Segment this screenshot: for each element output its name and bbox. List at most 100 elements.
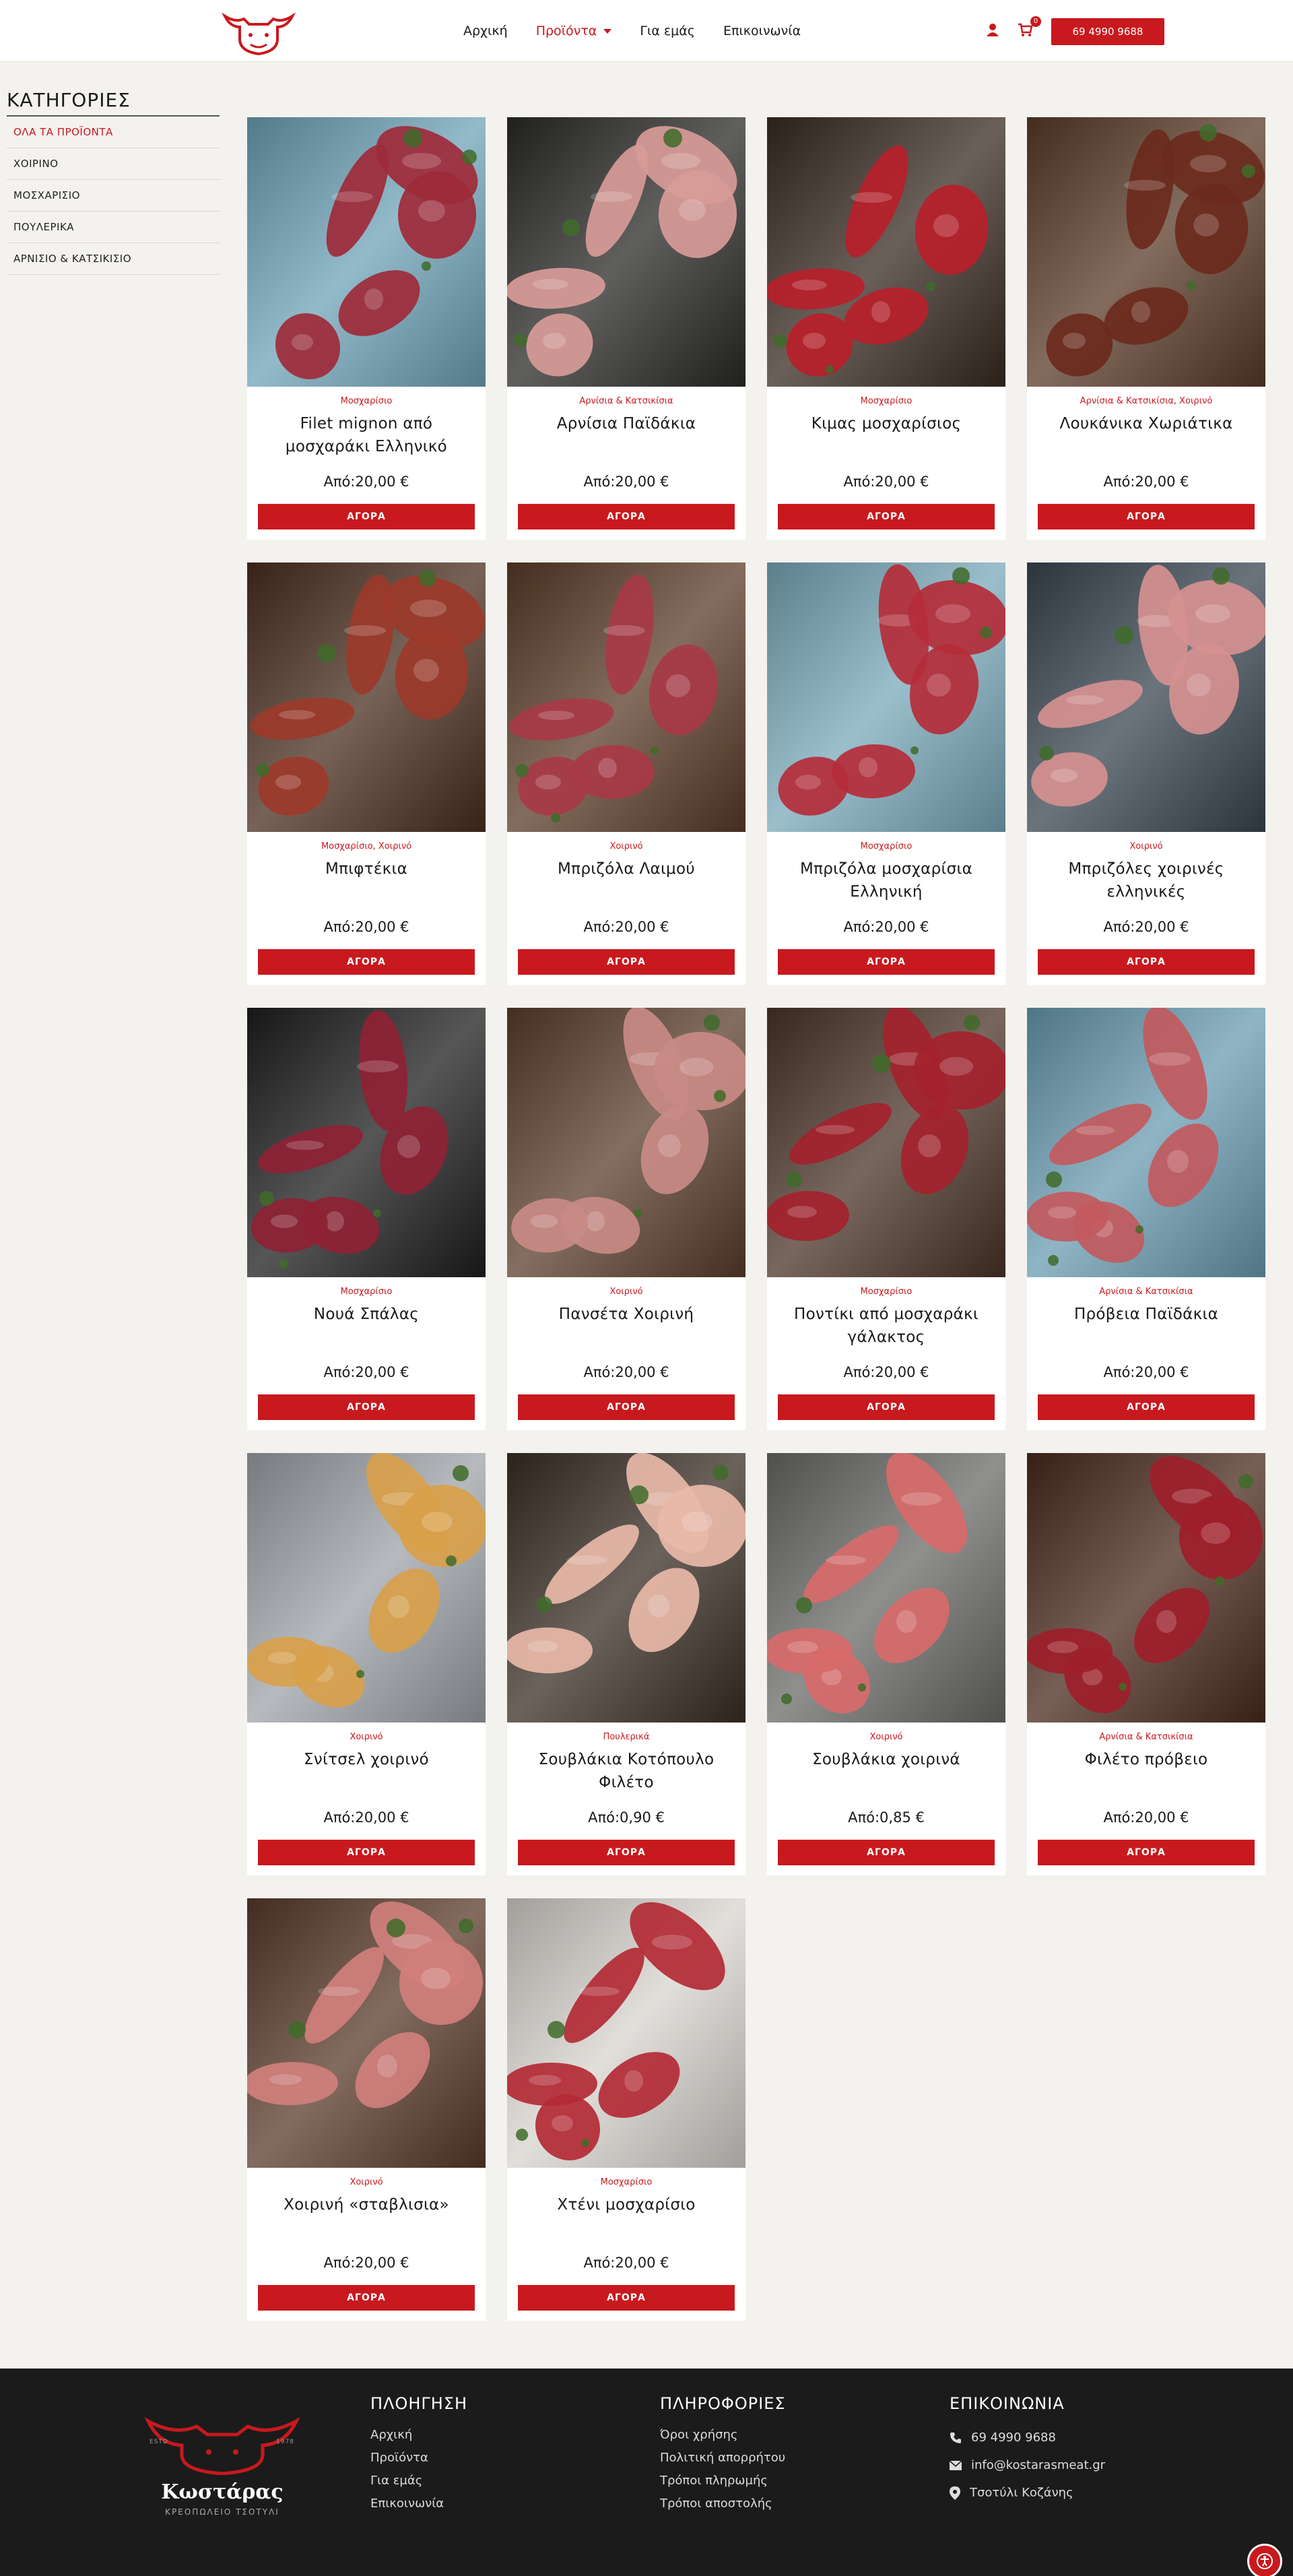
product-image[interactable] [507,117,745,387]
product-category[interactable]: Χοιρινό [767,1732,1005,1744]
product-title[interactable]: Χοιρινή «σταβλισια» [247,2193,486,2239]
product-title[interactable]: Μπριζόλες χοιρινές ελληνικές [1027,858,1265,903]
product-category[interactable]: Αρνίσια & Κατσικίσια, Χοιρινό [1027,396,1265,408]
footer-email-row[interactable]: info@kostarasmeat.gr [950,2451,1105,2479]
product-category[interactable]: Χοιρινό [247,1732,486,1744]
buy-button[interactable]: ΑΓΟΡΑ [1038,504,1255,529]
product-title[interactable]: Ποντίκι από μοσχαράκι γάλακτος [767,1303,1005,1349]
product-card-mutton-chops[interactable]: Αρνίσια & Κατσικίσια Πρόβεια Παϊδάκια Απ… [1027,1008,1265,1430]
product-image[interactable] [1027,1453,1265,1722]
product-category[interactable]: Μοσχαρίσιο, Χοιρινό [247,841,486,854]
product-image[interactable] [507,1008,745,1277]
product-title[interactable]: Νουά Σπάλας [247,1303,486,1349]
product-card-beef-steak[interactable]: Μοσχαρίσιο Μπριζόλα μοσχαρίσια Ελληνική … [767,562,1005,985]
product-image[interactable] [767,1008,1005,1277]
product-title[interactable]: Αρνίσια Παϊδάκια [507,412,745,458]
bull-logo-icon[interactable] [220,4,298,57]
accessibility-button[interactable] [1247,2544,1282,2576]
product-image[interactable] [767,562,1005,832]
buy-button[interactable]: ΑΓΟΡΑ [1038,1394,1255,1420]
buy-button[interactable]: ΑΓΟΡΑ [518,949,735,975]
buy-button[interactable]: ΑΓΟΡΑ [778,504,995,529]
product-image[interactable] [247,1453,486,1722]
sidebar-item-poultry[interactable]: ΠΟΥΛΕΡΙΚΑ [7,212,220,243]
product-category[interactable]: Χοιρινό [1027,841,1265,854]
phone-button[interactable]: 69 4990 9688 [1051,18,1164,45]
product-image[interactable] [247,117,486,387]
user-icon[interactable] [985,22,1001,38]
product-card-neck-steak[interactable]: Χοιρινό Μπριζόλα Λαιμού Από:20,00 € ΑΓΟΡ… [507,562,745,985]
footer-brand[interactable]: ESTD 1978 Κωστάρας ΚΡΕΟΠΩΛΕΙΟ ΤΣΟΤΥΛΙ [135,2401,310,2529]
product-category[interactable]: Αρνίσια & Κατσικίσια [1027,1732,1265,1744]
footer-link-privacy[interactable]: Πολιτική απορρήτου [660,2447,786,2470]
product-card-shoulder-cut[interactable]: Μοσχαρίσιο Νουά Σπάλας Από:20,00 € ΑΓΟΡΑ [247,1008,486,1430]
nav-contact[interactable]: Επικοινωνία [723,24,801,38]
sidebar-item-lamb-goat[interactable]: ΑΡΝΙΣΙΟ & ΚΑΤΣΙΚΙΣΙΟ [7,243,220,275]
product-card-chicken-skewers[interactable]: Πουλερικά Σουβλάκια Κοτόπουλο Φιλέτο Από… [507,1453,745,1875]
product-image[interactable] [507,1453,745,1722]
product-category[interactable]: Πουλερικά [507,1732,745,1744]
buy-button[interactable]: ΑΓΟΡΑ [1038,1840,1255,1865]
product-category[interactable]: Χοιρινό [507,1287,745,1299]
buy-button[interactable]: ΑΓΟΡΑ [258,949,475,975]
product-card-lamb-chops[interactable]: Αρνίσια & Κατσικίσια Αρνίσια Παϊδάκια Απ… [507,117,745,540]
sidebar-item-pork[interactable]: ΧΟΙΡΙΝΟ [7,148,220,180]
product-card-veal-shank[interactable]: Μοσχαρίσιο Ποντίκι από μοσχαράκι γάλακτο… [767,1008,1005,1430]
product-image[interactable] [1027,562,1265,832]
nav-products[interactable]: Προϊόντα [536,24,612,38]
nav-about[interactable]: Για εμάς [640,24,695,38]
product-title[interactable]: Filet mignon από μοσχαράκι Ελληνικό [247,412,486,458]
product-title[interactable]: Φιλέτο πρόβειο [1027,1748,1265,1794]
footer-link-terms[interactable]: Όροι χρήσης [660,2424,786,2447]
product-title[interactable]: Σνίτσελ χοιρινό [247,1748,486,1794]
buy-button[interactable]: ΑΓΟΡΑ [258,504,475,529]
footer-link-contact[interactable]: Επικοινωνία [370,2492,467,2515]
buy-button[interactable]: ΑΓΟΡΑ [518,1394,735,1420]
product-image[interactable] [247,1008,486,1277]
product-category[interactable]: Χοιρινό [507,841,745,854]
buy-button[interactable]: ΑΓΟΡΑ [778,949,995,975]
product-title[interactable]: Σουβλάκια χοιρινά [767,1748,1005,1794]
product-card-minced-beef[interactable]: Μοσχαρίσιο Κιμας μοσχαρίσιος Από:20,00 €… [767,117,1005,540]
buy-button[interactable]: ΑΓΟΡΑ [518,2285,735,2311]
footer-link-shipping[interactable]: Τρόποι αποστολής [660,2492,786,2515]
product-image[interactable] [247,562,486,832]
footer-link-about[interactable]: Για εμάς [370,2470,467,2492]
product-image[interactable] [1027,1008,1265,1277]
sidebar-item-all-products[interactable]: ΟΛΑ ΤΑ ΠΡΟΪΟΝΤΑ [7,117,220,148]
footer-link-payment[interactable]: Τρόποι πληρωμής [660,2470,786,2492]
buy-button[interactable]: ΑΓΟΡΑ [778,1394,995,1420]
product-category[interactable]: Μοσχαρίσιο [767,396,1005,408]
product-category[interactable]: Μοσχαρίσιο [767,1287,1005,1299]
footer-link-home[interactable]: Αρχική [370,2424,467,2447]
buy-button[interactable]: ΑΓΟΡΑ [778,1840,995,1865]
product-title[interactable]: Χτένι μοσχαρίσιο [507,2193,745,2239]
product-title[interactable]: Κιμας μοσχαρίσιος [767,412,1005,458]
product-image[interactable] [1027,117,1265,387]
product-card-pork-schnitzel[interactable]: Χοιρινό Σνίτσελ χοιρινό Από:20,00 € ΑΓΟΡ… [247,1453,486,1875]
product-category[interactable]: Αρνίσια & Κατσικίσια [1027,1287,1265,1299]
buy-button[interactable]: ΑΓΟΡΑ [1038,949,1255,975]
product-card-pork-belly[interactable]: Χοιρινό Πανσέτα Χοιρινή Από:20,00 € ΑΓΟΡ… [507,1008,745,1430]
footer-phone-row[interactable]: 69 4990 9688 [950,2424,1105,2451]
product-category[interactable]: Μοσχαρίσιο [767,841,1005,854]
product-category[interactable]: Μοσχαρίσιο [507,2177,745,2189]
product-card-mutton-fillet[interactable]: Αρνίσια & Κατσικίσια Φιλέτο πρόβειο Από:… [1027,1453,1265,1875]
product-card-pork-rack[interactable]: Χοιρινό Χοιρινή «σταβλισια» Από:20,00 € … [247,1898,486,2321]
buy-button[interactable]: ΑΓΟΡΑ [518,1840,735,1865]
buy-button[interactable]: ΑΓΟΡΑ [258,2285,475,2311]
product-card-pork-chops[interactable]: Χοιρινό Μπριζόλες χοιρινές ελληνικές Από… [1027,562,1265,985]
product-title[interactable]: Λουκάνικα Χωριάτικα [1027,412,1265,458]
buy-button[interactable]: ΑΓΟΡΑ [258,1840,475,1865]
buy-button[interactable]: ΑΓΟΡΑ [258,1394,475,1420]
product-title[interactable]: Πρόβεια Παϊδάκια [1027,1303,1265,1349]
product-card-filet-mignon[interactable]: Μοσχαρίσιο Filet mignon από μοσχαράκι Ελ… [247,117,486,540]
buy-button[interactable]: ΑΓΟΡΑ [518,504,735,529]
product-image[interactable] [767,1453,1005,1722]
product-image[interactable] [507,1898,745,2168]
product-title[interactable]: Μπριζόλα Λαιμού [507,858,745,903]
product-title[interactable]: Μπριζόλα μοσχαρίσια Ελληνική [767,858,1005,903]
product-title[interactable]: Μπιφτέκια [247,858,486,903]
footer-link-products[interactable]: Προϊόντα [370,2447,467,2470]
product-category[interactable]: Αρνίσια & Κατσικίσια [507,396,745,408]
